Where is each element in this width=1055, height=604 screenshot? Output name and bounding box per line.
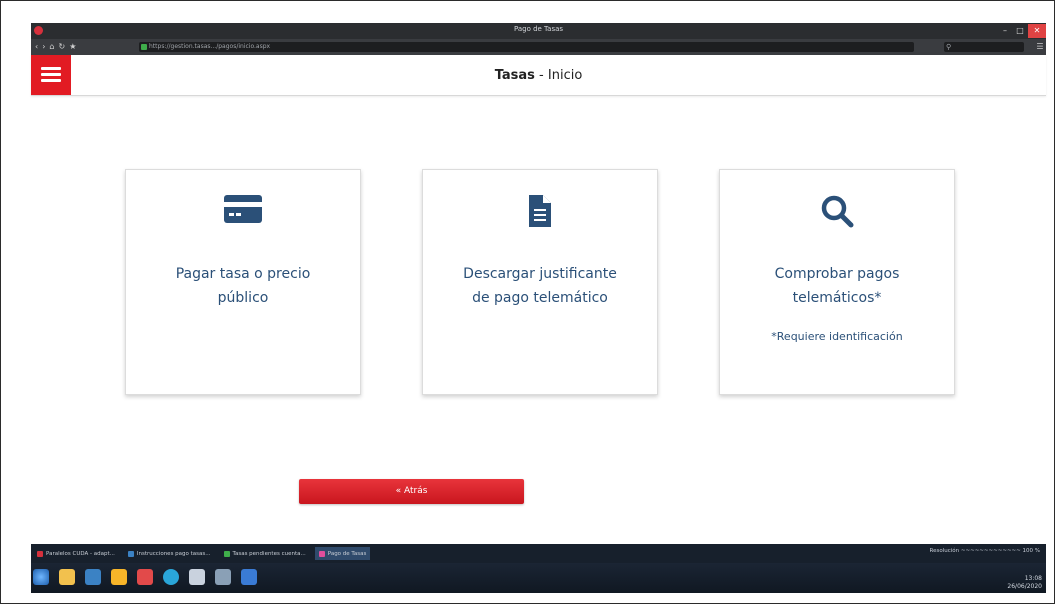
document-icon <box>423 194 657 232</box>
card-label-line: telemáticos* <box>792 290 882 306</box>
task-app-icon <box>127 550 134 557</box>
page-title-bold: Tasas <box>494 68 535 83</box>
browser-toolbar: ‹ › ⌂ ↻ ★ https://gestion.tasas.../pagos… <box>31 39 1046 55</box>
card-label-line: Comprobar pagos <box>774 266 900 282</box>
task-label: Paralelos CUDA - adapt... <box>46 550 115 557</box>
window-title: Pago de Tasas <box>513 25 564 33</box>
folder-icon[interactable] <box>59 569 75 585</box>
app-launcher-icon[interactable] <box>111 569 127 585</box>
task-item[interactable]: Tasas pendientes cuenta... <box>220 547 310 560</box>
task-app-icon <box>37 550 43 557</box>
nav-buttons: ‹ › ⌂ ↻ ★ <box>35 41 76 53</box>
card-label-line: público <box>217 290 269 306</box>
tray-zoom-text: Resolución ~~~~~~~~~~~~~ 100 % <box>929 548 1040 554</box>
search-icon <box>720 194 954 232</box>
page-title: Tasas - Inicio <box>31 68 1046 83</box>
back-button[interactable]: « Atrás <box>299 479 524 504</box>
start-button-icon[interactable] <box>33 569 49 585</box>
credit-card-icon <box>126 194 360 232</box>
close-window-button[interactable]: ✕ <box>1028 24 1046 38</box>
lock-icon <box>141 44 147 50</box>
tray-status: Resolución ~~~~~~~~~~~~~ 100 % <box>930 547 1040 555</box>
task-label: Pago de Tasas <box>327 550 367 557</box>
app-launcher-icon[interactable] <box>163 569 179 585</box>
reload-icon[interactable]: ↻ <box>58 41 65 53</box>
task-app-icon <box>318 550 325 557</box>
clock-date: 26/06/2020 <box>1007 583 1042 590</box>
clock-time: 13:08 <box>1024 575 1042 582</box>
card-label: Pagar tasa o precio público <box>136 262 350 310</box>
task-list: Paralelos CUDA - adapt... Instrucciones … <box>33 547 371 560</box>
card-label-line: Pagar tasa o precio <box>175 266 311 282</box>
forward-nav-icon[interactable]: › <box>42 41 45 53</box>
card-label: Descargar justificante de pago telemátic… <box>433 262 647 310</box>
back-nav-icon[interactable]: ‹ <box>35 41 38 53</box>
window-controls: – □ ✕ <box>997 23 1046 39</box>
browser-search-input[interactable]: ⚲ <box>944 42 1024 52</box>
app-launcher-icon[interactable] <box>85 569 101 585</box>
task-label: Tasas pendientes cuenta... <box>232 550 306 557</box>
home-icon[interactable]: ⌂ <box>49 41 54 53</box>
browser-launcher-icon[interactable] <box>137 569 153 585</box>
task-item[interactable]: Paralelos CUDA - adapt... <box>33 547 119 560</box>
card-label-line: Descargar justificante <box>463 266 617 282</box>
taskbar-windows: Paralelos CUDA - adapt... Instrucciones … <box>31 544 1046 563</box>
address-bar[interactable]: https://gestion.tasas.../pagos/inicio.as… <box>139 42 914 52</box>
task-label: Instrucciones pago tasas... <box>136 550 211 557</box>
maximize-button[interactable]: □ <box>1013 24 1027 38</box>
card-note: *Requiere identificación <box>771 330 903 343</box>
app-launcher-icon[interactable] <box>189 569 205 585</box>
system-clock[interactable]: 13:08 26/06/2020 <box>1007 575 1042 591</box>
app-launcher-icon[interactable] <box>241 569 257 585</box>
page-title-rest: - Inicio <box>534 68 583 83</box>
task-item[interactable]: Instrucciones pago tasas... <box>124 547 215 560</box>
card-label: Comprobar pagos telemáticos* <box>730 262 944 310</box>
screen-frame: Pago de Tasas – □ ✕ ‹ › ⌂ ↻ ★ https://ge… <box>0 0 1055 604</box>
bookmark-icon[interactable]: ★ <box>69 41 76 53</box>
task-app-icon <box>223 550 230 557</box>
minimize-button[interactable]: – <box>998 24 1012 38</box>
browser-title-bar: Pago de Tasas – □ ✕ <box>31 23 1046 39</box>
card-pay-fee[interactable]: Pagar tasa o precio público <box>125 169 361 395</box>
card-check-payments[interactable]: Comprobar pagos telemáticos* *Requiere i… <box>719 169 955 395</box>
search-glass-icon: ⚲ <box>946 43 952 51</box>
extensions-icon[interactable]: ☰ <box>1036 41 1044 53</box>
app-launcher-icon[interactable] <box>215 569 231 585</box>
url-text: https://gestion.tasas.../pagos/inicio.as… <box>149 43 271 50</box>
taskbar-launchers: 13:08 26/06/2020 <box>31 563 1046 593</box>
task-item-active[interactable]: Pago de Tasas <box>314 547 371 560</box>
card-download-receipt[interactable]: Descargar justificante de pago telemátic… <box>422 169 658 395</box>
toolbar-icons: ☰ <box>1036 41 1044 53</box>
card-label-line: de pago telemático <box>472 290 608 306</box>
page-header: Tasas - Inicio <box>31 55 1046 96</box>
launcher-list <box>33 569 257 585</box>
